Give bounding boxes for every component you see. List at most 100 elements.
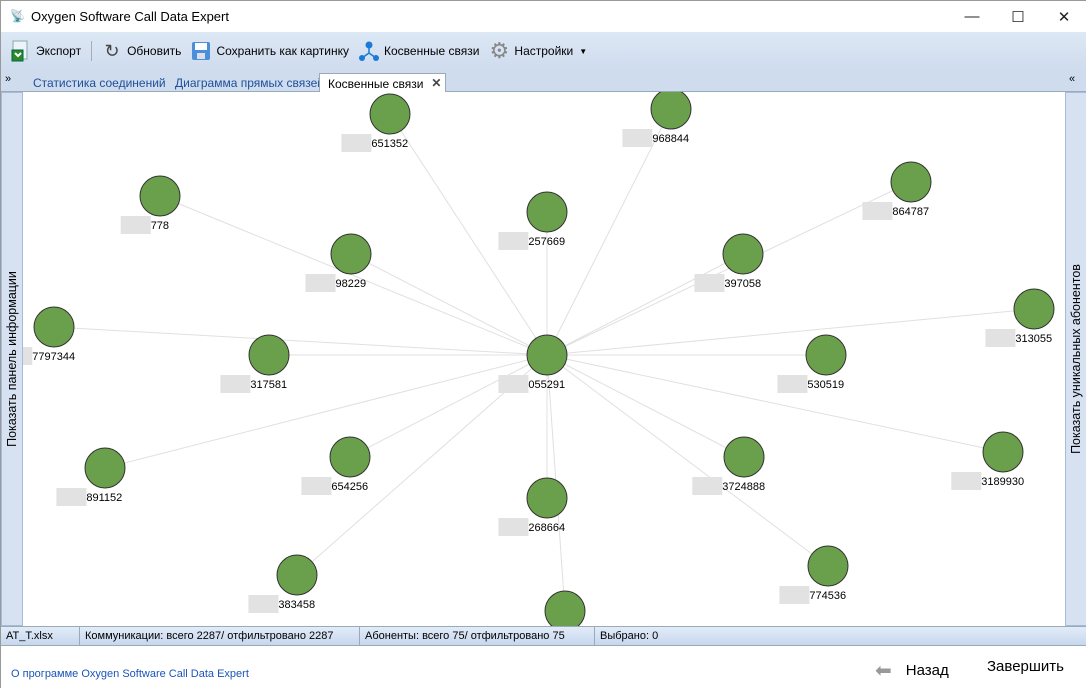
redacted-block <box>692 477 723 495</box>
about-link[interactable]: О программе Oxygen Software Call Data Ex… <box>11 668 249 680</box>
graph-node-label: 891152 <box>86 492 122 504</box>
antenna-icon: 📡 <box>10 9 25 23</box>
graph-node-label: 774536 <box>809 590 846 602</box>
close-tab-icon[interactable]: ✕ <box>431 76 441 90</box>
redacted-block <box>622 129 653 147</box>
toolbar: Экспорт ↻ Обновить Сохранить как картинку… <box>1 32 1086 70</box>
expand-left-icon[interactable]: » <box>5 73 11 85</box>
graph-node[interactable] <box>139 175 181 217</box>
settings-button[interactable]: ⚙ Настройки ▼ <box>487 38 588 63</box>
redacted-block <box>305 274 336 292</box>
close-button[interactable]: ✕ <box>1041 1 1086 32</box>
floppy-icon <box>189 39 213 63</box>
graph-node[interactable] <box>526 334 568 376</box>
graph-canvas[interactable]: 055291 651352 968844 778 257669 864787 98229 39… <box>23 92 1065 626</box>
status-selected: Выбрано: 0 <box>600 630 659 642</box>
redacted-block <box>498 518 529 536</box>
graph-node[interactable] <box>544 590 586 626</box>
graph-node[interactable] <box>526 477 568 519</box>
expand-right-icon[interactable]: « <box>1069 73 1075 85</box>
redacted-block <box>498 375 529 393</box>
graph-node[interactable] <box>526 191 568 233</box>
graph-edge <box>53 326 548 356</box>
redacted-block <box>248 595 279 613</box>
graph-node[interactable] <box>890 161 932 203</box>
graph-node[interactable] <box>330 233 372 275</box>
graph-node-label: 654256 <box>331 481 368 493</box>
graph-node-label: 317581 <box>250 379 287 391</box>
indirect-links-button[interactable]: Косвенные связи <box>357 39 479 63</box>
indirect-links-graph: 055291 651352 968844 778 257669 864787 98229 39… <box>23 92 1055 626</box>
graph-node[interactable] <box>329 436 371 478</box>
gear-icon: ⚙ <box>489 38 510 63</box>
redacted-block <box>862 202 893 220</box>
redacted-block <box>220 375 251 393</box>
graph-node[interactable] <box>369 93 411 135</box>
redacted-block <box>498 232 529 250</box>
graph-edge <box>104 354 548 469</box>
graph-node-label: 313055 <box>1015 333 1052 345</box>
graph-node-label: 383458 <box>278 599 315 611</box>
graph-edge <box>546 308 1035 356</box>
graph-node-label: 055291 <box>528 379 565 391</box>
title-bar: 📡 Oxygen Software Call Data Expert — ☐ ✕ <box>1 1 1086 32</box>
graph-node[interactable] <box>807 545 849 587</box>
chevron-down-icon: ▼ <box>579 46 588 56</box>
redacted-block <box>341 134 372 152</box>
tab-direct-links[interactable]: Диаграмма прямых связей <box>167 73 332 92</box>
redacted-block <box>301 477 332 495</box>
redacted-block <box>951 472 982 490</box>
status-bar: AT_T.xlsx Коммуникации: всего 2287/ отфи… <box>1 626 1086 646</box>
redacted-block <box>23 347 33 365</box>
finish-button[interactable]: Завершить <box>987 658 1064 675</box>
maximize-button[interactable]: ☐ <box>995 1 1041 32</box>
graph-node-label: 530519 <box>807 379 844 391</box>
show-unique-subscribers-button[interactable]: Показать уникальных абонентов <box>1065 92 1086 626</box>
export-button[interactable]: Экспорт <box>9 39 81 63</box>
graph-edge <box>546 253 744 356</box>
graph-node[interactable] <box>84 447 126 489</box>
graph-edge <box>350 253 548 356</box>
tab-connection-stats[interactable]: Статистика соединений <box>25 73 174 92</box>
status-subscribers: Абоненты: всего 75/ отфильтровано 75 <box>360 627 595 645</box>
graph-node-label: 98229 <box>336 278 367 290</box>
graph-node-label: 397058 <box>724 278 761 290</box>
window-title: Oxygen Software Call Data Expert <box>31 9 229 24</box>
graph-node[interactable] <box>248 334 290 376</box>
graph-node[interactable] <box>33 306 75 348</box>
toolbar-separator <box>91 41 93 61</box>
tab-bar: » Статистика соединений Диаграмма прямых… <box>1 70 1086 92</box>
graph-edge <box>159 195 548 356</box>
redacted-block <box>694 274 725 292</box>
graph-node[interactable] <box>276 554 318 596</box>
show-info-panel-button[interactable]: Показать панель информации <box>1 92 23 626</box>
graph-node[interactable] <box>722 233 764 275</box>
save-image-button[interactable]: Сохранить как картинку <box>189 39 349 63</box>
status-communications: Коммуникации: всего 2287/ отфильтровано … <box>80 627 360 645</box>
graph-node[interactable] <box>723 436 765 478</box>
export-icon <box>9 39 33 63</box>
graph-node-label: 968844 <box>652 133 689 145</box>
graph-node-label: 7797344 <box>32 351 75 363</box>
redacted-block <box>985 329 1016 347</box>
graph-node[interactable] <box>1013 288 1055 330</box>
graph-node-label: 864787 <box>892 206 929 218</box>
graph-node[interactable] <box>982 431 1024 473</box>
graph-node[interactable] <box>650 92 692 130</box>
arrow-left-icon: ⬅ <box>875 660 892 682</box>
status-file: AT_T.xlsx <box>1 627 80 645</box>
graph-node-label: 778 <box>151 220 169 232</box>
refresh-button[interactable]: ↻ Обновить <box>100 39 182 63</box>
graph-node[interactable] <box>805 334 847 376</box>
redacted-block <box>56 488 87 506</box>
network-icon <box>357 39 381 63</box>
graph-node-label: 268664 <box>528 522 565 534</box>
graph-edge <box>546 354 745 458</box>
graph-node-label: 257669 <box>528 236 565 248</box>
redacted-block <box>120 216 151 234</box>
minimize-button[interactable]: — <box>949 1 995 32</box>
redacted-block <box>777 375 808 393</box>
back-button[interactable]: ⬅ Назад <box>875 658 949 683</box>
tab-indirect-links[interactable]: Косвенные связи ✕ <box>319 73 447 92</box>
refresh-icon: ↻ <box>104 40 120 61</box>
